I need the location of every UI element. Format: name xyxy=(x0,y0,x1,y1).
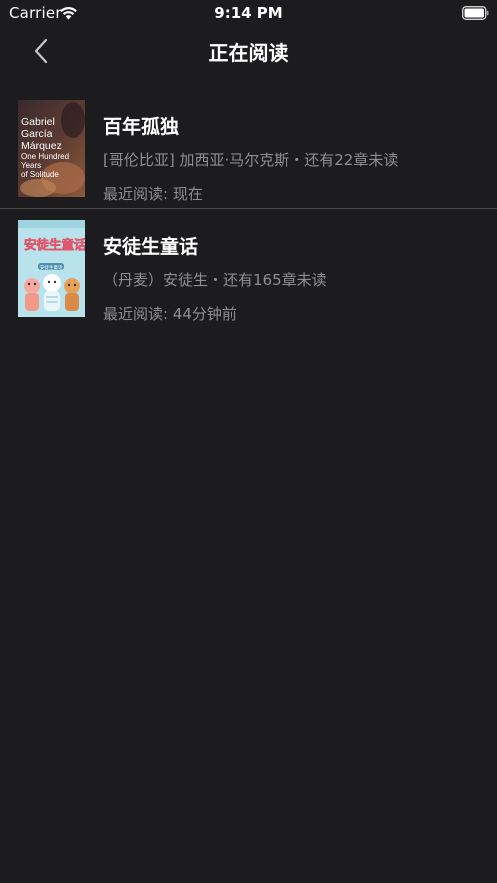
book-author-progress: [哥伦比亚] 加西亚·马尔克斯・还有22章未读 xyxy=(103,151,399,169)
battery-icon xyxy=(462,5,489,20)
cover-badge-text: 安徒生童话 xyxy=(40,264,63,271)
cover-text-author-middle: García xyxy=(21,128,53,140)
page-title: 正在阅读 xyxy=(208,41,289,65)
cover-text-author-last: Márquez xyxy=(21,140,62,152)
book-cover-2: 安徒生童话 安徒生童话 xyxy=(18,220,85,317)
cover-text-title-3: of Solitude xyxy=(21,170,59,179)
book-row-1[interactable]: Gabriel García Márquez One Hundred Years… xyxy=(0,88,497,208)
status-bar: Carrier 9:14 PM xyxy=(0,0,497,26)
status-time: 9:14 PM xyxy=(214,4,283,22)
navigation-bar: 正在阅读 xyxy=(0,26,497,76)
row-divider xyxy=(0,208,497,209)
book-row-2[interactable]: 安徒生童话 安徒生童话 安徒生童话 （丹麦）安徒生・还有165章未读 最近阅读:… xyxy=(0,208,497,328)
book-list: Gabriel García Márquez One Hundred Years… xyxy=(0,88,497,328)
cover-text-author-first: Gabriel xyxy=(21,116,55,128)
book-last-read: 最近阅读: 现在 xyxy=(103,185,203,203)
book-title: 安徒生童话 xyxy=(103,236,199,258)
book-last-read: 最近阅读: 44分钟前 xyxy=(103,305,237,323)
book-title: 百年孤独 xyxy=(103,116,180,138)
book-cover-1: Gabriel García Márquez One Hundred Years… xyxy=(18,100,85,197)
cover-title-text: 安徒生童话 xyxy=(24,237,85,252)
cover-text-title-2: Years xyxy=(21,161,41,170)
cover-text-title-1: One Hundred xyxy=(21,152,69,161)
book-author-progress: （丹麦）安徒生・还有165章未读 xyxy=(103,271,327,289)
